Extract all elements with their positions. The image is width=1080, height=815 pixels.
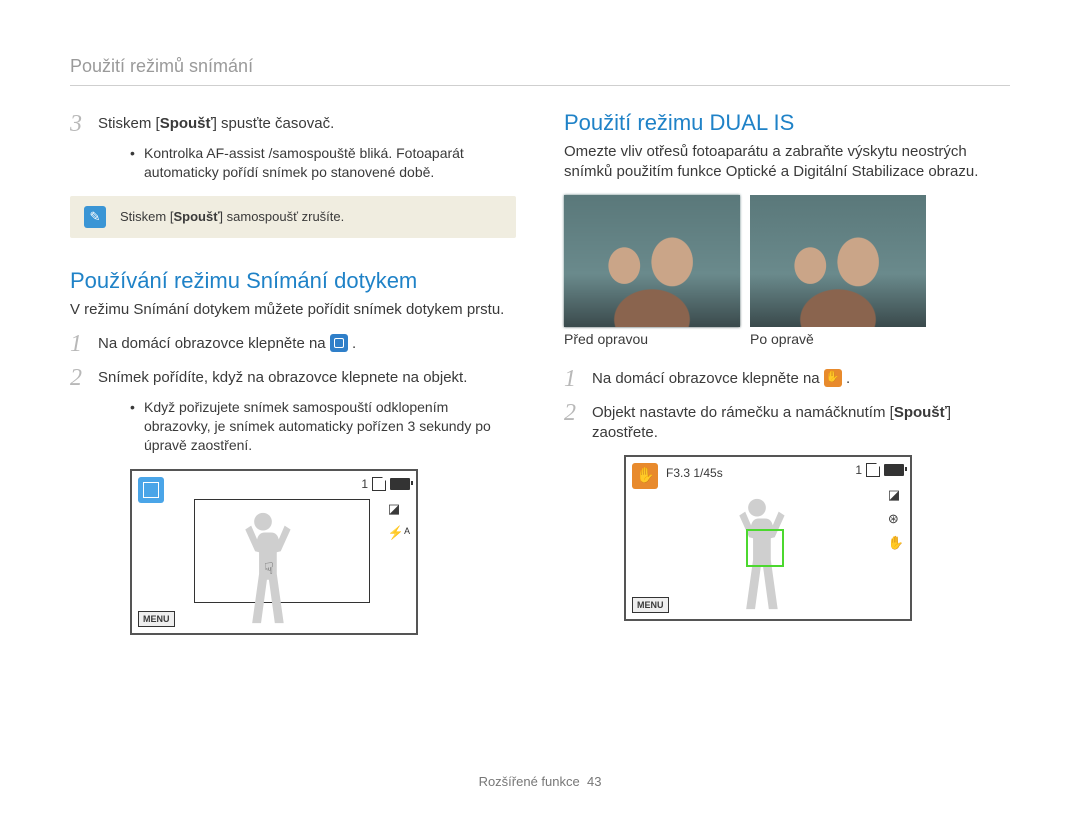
- step-number: 2: [70, 364, 98, 390]
- shot-count: 1: [855, 463, 862, 477]
- intro-text: Omezte vliv otřesů fotoaparátu a zabraňt…: [564, 142, 1010, 183]
- step-2-touch: 2 Snímek pořídíte, když na obrazovce kle…: [70, 364, 516, 390]
- step-number: 1: [564, 365, 592, 391]
- touch-mode-icon: [138, 477, 164, 503]
- step-number: 3: [70, 110, 98, 136]
- step-number: 2: [564, 399, 592, 425]
- battery-icon: [884, 464, 904, 476]
- text: Na domácí obrazovce klepněte na: [592, 370, 820, 387]
- left-column: 3 Stiskem [Spoušť] spusťte časovač. Kont…: [70, 110, 516, 635]
- text: Na domácí obrazovce klepněte na: [98, 335, 326, 352]
- shot-count: 1: [361, 477, 368, 491]
- step-1-touch: 1 Na domácí obrazovce klepněte na .: [70, 330, 516, 356]
- bullet-item: Když pořizujete snímek samospouští odklo…: [130, 398, 516, 455]
- menu-button[interactable]: MENU: [138, 611, 175, 627]
- stabilizer-icon: ✋: [888, 535, 904, 551]
- text-bold: Spoušť: [173, 209, 219, 224]
- comparison-row: [564, 195, 1010, 327]
- photo-before: [564, 195, 740, 327]
- camera-preview-touch: 1 ◪ ⚡ᴬ ☟ MENU: [130, 469, 418, 635]
- dual-is-icon: [824, 369, 842, 387]
- label-before: Před opravou: [564, 331, 740, 347]
- exposure-readout: F3.3 1/45s: [666, 466, 723, 480]
- breadcrumb: Použití režimů snímání: [70, 56, 1010, 86]
- text: ] samospoušť zrušíte.: [219, 209, 344, 224]
- memory-card-icon: [372, 477, 386, 491]
- page-footer: Rozšířené funkce 43: [0, 774, 1080, 789]
- text: Stiskem [: [98, 115, 160, 132]
- bullet-list: Kontrolka AF-assist /samospouště bliká. …: [130, 144, 516, 182]
- page-number: 43: [587, 774, 601, 789]
- section-heading-dualis: Použití režimu DUAL IS: [564, 110, 1010, 136]
- text: Snímek pořídíte, když na obrazovce klepn…: [98, 364, 467, 388]
- touch-mode-icon: [330, 334, 348, 352]
- section-heading-touch: Používání režimu Snímání dotykem: [70, 268, 516, 294]
- bullet-item: Kontrolka AF-assist /samospouště bliká. …: [130, 144, 516, 182]
- camera-preview-dual: F3.3 1/45s 1 ◪ ⊛ ✋ MENU: [624, 455, 912, 621]
- memory-card-icon: [866, 463, 880, 477]
- step-1-dual: 1 Na domácí obrazovce klepněte na .: [564, 365, 1010, 391]
- note-box: ✎ Stiskem [Spoušť] samospoušť zrušíte.: [70, 196, 516, 238]
- touch-cursor-icon: ☟: [264, 559, 274, 579]
- text: ] spusťte časovač.: [213, 115, 335, 132]
- step-2-dual: 2 Objekt nastavte do rámečku a namáčknut…: [564, 399, 1010, 444]
- exposure-comp-icon: ◪: [888, 487, 904, 503]
- menu-button[interactable]: MENU: [632, 597, 669, 613]
- text: Objekt nastavte do rámečku a namáčknutím…: [592, 404, 894, 421]
- intro-text: V režimu Snímání dotykem můžete pořídit …: [70, 300, 516, 320]
- subject-silhouette: [232, 501, 294, 629]
- text: Stiskem [: [120, 209, 173, 224]
- exposure-comp-icon: ◪: [388, 501, 410, 517]
- dual-is-icon: [632, 463, 658, 489]
- photo-after: [750, 195, 926, 327]
- step-number: 1: [70, 330, 98, 356]
- battery-icon: [390, 478, 410, 490]
- label-after: Po opravě: [750, 331, 926, 347]
- note-icon: ✎: [84, 206, 106, 228]
- footer-label: Rozšířené funkce: [479, 774, 580, 789]
- focus-indicator: [746, 529, 784, 567]
- text-bold: Spoušť: [894, 404, 947, 421]
- text-bold: Spoušť: [160, 115, 213, 132]
- flash-auto-icon: ⚡ᴬ: [388, 525, 410, 541]
- step-3: 3 Stiskem [Spoušť] spusťte časovač.: [70, 110, 516, 136]
- bullet-list: Když pořizujete snímek samospouští odklo…: [130, 398, 516, 455]
- right-column: Použití režimu DUAL IS Omezte vliv otřes…: [564, 110, 1010, 635]
- flash-icon: ⊛: [888, 511, 904, 527]
